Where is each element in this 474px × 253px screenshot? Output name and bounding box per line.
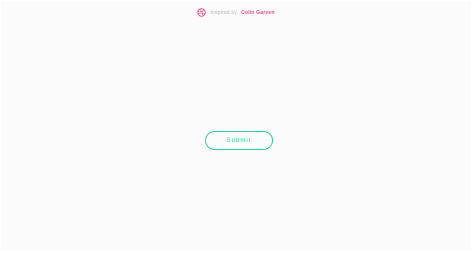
dribbble-icon	[197, 8, 207, 17]
page-background: Inspired by Colin Garven Submit	[1, 1, 471, 250]
submit-button[interactable]: Submit	[205, 131, 273, 150]
author-link[interactable]: Colin Garven	[241, 10, 275, 16]
credit-line: Inspired by Colin Garven	[1, 8, 471, 17]
credit-prefix: Inspired by	[210, 9, 238, 16]
